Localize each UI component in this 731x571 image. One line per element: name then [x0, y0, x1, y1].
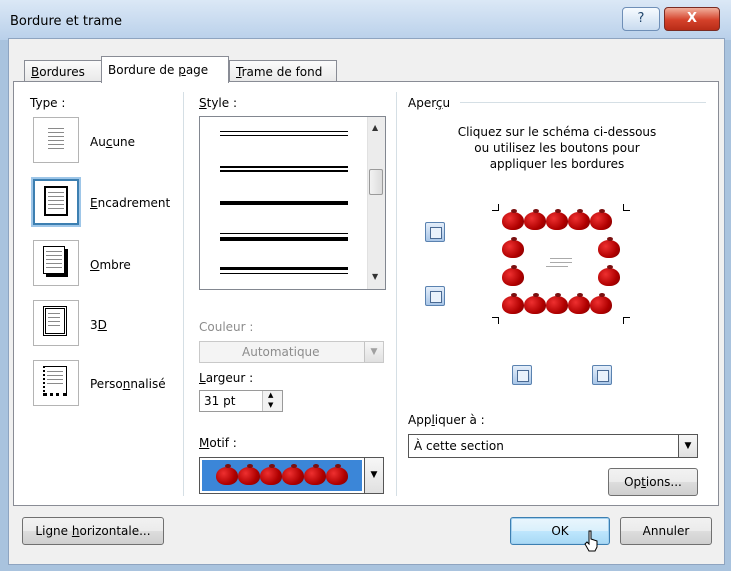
setting-3d-label[interactable]: 3D	[90, 318, 107, 332]
scroll-thumb[interactable]	[369, 169, 383, 195]
setting-encadrement-label[interactable]: Encadrement	[90, 196, 170, 210]
chevron-down-icon[interactable]: ▼	[364, 458, 383, 493]
style-option-double-thick[interactable]	[220, 233, 348, 241]
couleur-value: Automatique	[242, 345, 320, 359]
setting-personnalise-icon[interactable]	[33, 360, 79, 406]
tab-bordure-de-page[interactable]: Bordure de page	[101, 56, 229, 83]
appliquer-dropdown[interactable]: À cette section ▼	[408, 434, 698, 458]
border-left-button[interactable]	[512, 365, 532, 385]
style-option-thick-double[interactable]	[220, 267, 348, 274]
couleur-dropdown[interactable]: Automatique ▼	[199, 341, 384, 363]
dialog-window: Bordure et trame ? X Bordures Bordure de…	[0, 0, 731, 571]
ligne-horizontale-button[interactable]: Ligne horizontale...	[22, 517, 164, 545]
chevron-down-icon[interactable]: ▼	[678, 435, 697, 457]
appliquer-value: À cette section	[414, 439, 504, 453]
setting-ombre-icon[interactable]	[33, 240, 79, 286]
style-option-thin-thick[interactable]	[220, 201, 348, 205]
largeur-value: 31 pt	[204, 394, 236, 408]
annuler-button[interactable]: Annuler	[620, 517, 712, 545]
setting-3d-icon[interactable]	[33, 300, 79, 346]
style-option-thick-thin[interactable]	[220, 166, 348, 168]
motif-selected-pattern	[202, 460, 362, 491]
setting-aucune-label[interactable]: Aucune	[90, 135, 135, 149]
divider-right	[396, 92, 397, 496]
scroll-down-icon[interactable]: ▼	[372, 272, 378, 281]
close-button[interactable]: X	[664, 7, 720, 31]
style-list-scrollbar[interactable]: ▲ ▼	[367, 117, 385, 289]
scroll-up-icon[interactable]: ▲	[372, 123, 378, 132]
couleur-label: Couleur :	[199, 320, 254, 334]
help-button[interactable]: ?	[622, 7, 660, 31]
apercu-label: Aperçu	[408, 96, 451, 110]
type-label: Type :	[30, 96, 66, 110]
setting-aucune-icon[interactable]	[33, 117, 79, 163]
mouse-cursor-icon	[584, 530, 598, 552]
style-list[interactable]: ▲ ▼	[199, 116, 386, 290]
spin-down-icon[interactable]: ▼	[268, 401, 273, 409]
style-option-double-thin[interactable]	[220, 131, 348, 136]
border-right-button[interactable]	[592, 365, 612, 385]
title-bar: Bordure et trame ? X	[0, 0, 731, 40]
largeur-field[interactable]: 31 pt ▲ ▼	[199, 390, 283, 412]
tab-bordures[interactable]: Bordures	[24, 60, 102, 82]
options-button[interactable]: Options...	[608, 468, 698, 496]
setting-encadrement-icon[interactable]	[33, 179, 79, 225]
border-preview[interactable]	[488, 200, 634, 328]
spin-up-icon[interactable]: ▲	[268, 391, 273, 399]
dialog-title: Bordure et trame	[10, 14, 122, 29]
motif-dropdown[interactable]: ▼	[199, 457, 384, 494]
apercu-instructions: Cliquez sur le schéma ci-dessous ou util…	[457, 125, 657, 171]
border-top-button[interactable]	[425, 222, 445, 242]
style-label: Style :	[199, 96, 238, 110]
divider-left	[183, 92, 184, 496]
setting-ombre-label[interactable]: Ombre	[90, 258, 131, 272]
tab-trame-de-fond[interactable]: Trame de fond	[229, 60, 337, 82]
setting-personnalise-label[interactable]: Personnalisé	[90, 377, 166, 391]
largeur-label: Largeur :	[199, 371, 254, 385]
border-bottom-button[interactable]	[425, 286, 445, 306]
chevron-down-icon[interactable]: ▼	[364, 342, 383, 362]
motif-label: Motif :	[199, 436, 237, 450]
appliquer-label: Appliquer à :	[408, 413, 485, 427]
largeur-spinner[interactable]: ▲ ▼	[262, 391, 282, 411]
apercu-separator	[460, 102, 706, 103]
